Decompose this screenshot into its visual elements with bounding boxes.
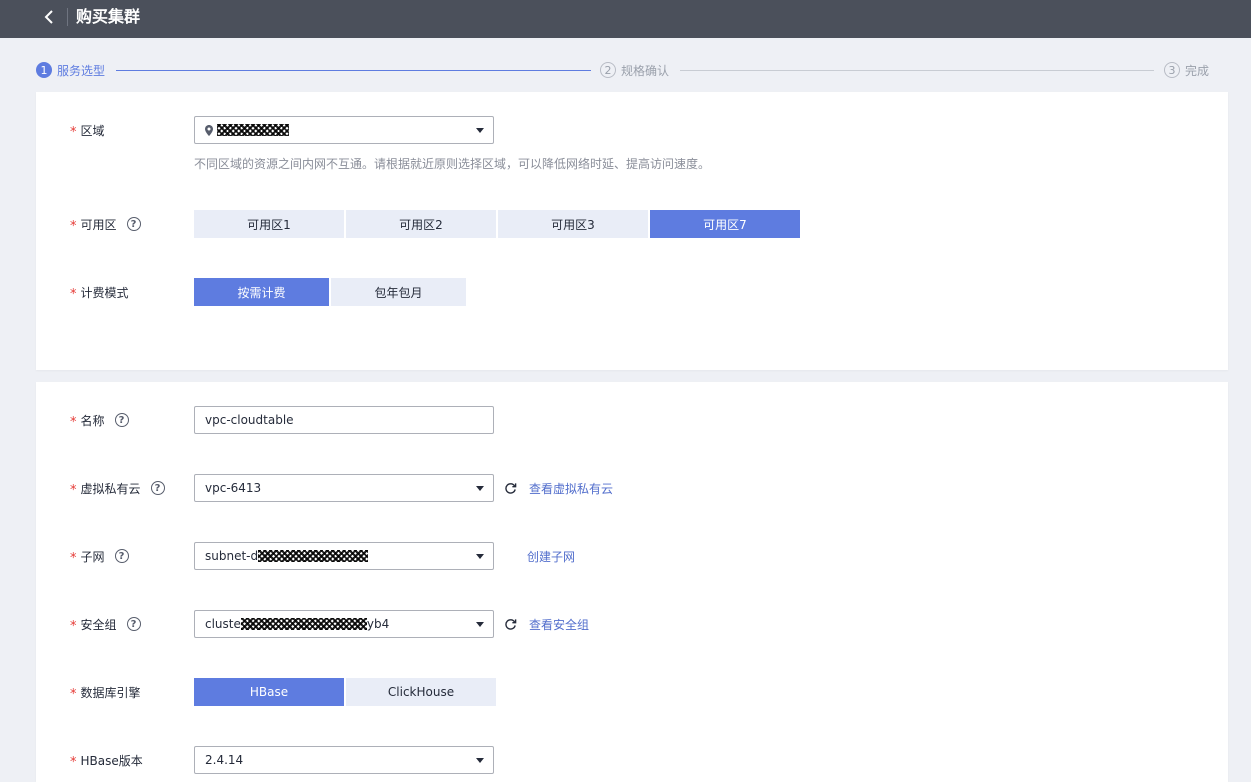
- chevron-left-icon: [44, 10, 53, 24]
- billing-selector: 按需计费 包年包月: [194, 278, 468, 306]
- vpc-label: * 虚拟私有云 ?: [70, 474, 165, 502]
- required-mark: *: [70, 124, 77, 140]
- chevron-down-icon: [476, 128, 484, 133]
- view-vpc-link[interactable]: 查看虚拟私有云: [529, 480, 613, 497]
- help-icon[interactable]: ?: [126, 217, 141, 231]
- required-mark: *: [70, 754, 77, 770]
- chevron-down-icon: [476, 486, 484, 491]
- az-option-1[interactable]: 可用区1: [194, 210, 344, 238]
- step-line-pending: [680, 70, 1154, 71]
- required-mark: *: [70, 482, 77, 498]
- region-label: * 区域: [70, 116, 105, 144]
- engine-selector: HBase ClickHouse: [194, 678, 498, 706]
- cluster-name-value: vpc-cloudtable: [205, 413, 294, 427]
- redacted-subnet-value: [258, 550, 369, 562]
- subnet-label: * 子网 ?: [70, 542, 129, 570]
- redacted-security-group-value: [240, 618, 367, 630]
- region-label-text: 区域: [80, 123, 105, 138]
- chevron-down-icon: [476, 554, 484, 559]
- step-label: 完成: [1185, 63, 1210, 78]
- step-complete: 3 完成: [1164, 60, 1209, 80]
- name-label-text: 名称: [80, 413, 105, 428]
- az-option-7[interactable]: 可用区7: [650, 210, 800, 238]
- vpc-label-text: 虚拟私有云: [80, 481, 141, 496]
- topbar-divider: [67, 8, 68, 26]
- create-subnet-link[interactable]: 创建子网: [527, 548, 575, 565]
- help-icon[interactable]: ?: [150, 481, 165, 495]
- az-selector: 可用区1 可用区2 可用区3 可用区7: [194, 210, 802, 238]
- subnet-label-text: 子网: [80, 549, 105, 564]
- hbase-version-select[interactable]: 2.4.14: [194, 746, 494, 774]
- refresh-security-group-button[interactable]: [502, 616, 518, 632]
- chevron-down-icon: [476, 622, 484, 627]
- required-mark: *: [70, 286, 77, 302]
- region-billing-card: * 区域 不同区域的资源之间内网不互通。请根据就近原则选择区域，可以降低网络时延…: [36, 92, 1228, 370]
- view-security-group-link[interactable]: 查看安全组: [529, 616, 589, 633]
- required-mark: *: [70, 414, 77, 430]
- az-label: * 可用区 ?: [70, 210, 141, 238]
- hbase-version-value: 2.4.14: [205, 753, 244, 767]
- vpc-select[interactable]: vpc-6413: [194, 474, 494, 502]
- subnet-value-prefix: subnet-d: [205, 549, 259, 563]
- region-hint: 不同区域的资源之间内网不互通。请根据就近原则选择区域，可以降低网络时延、提高访问…: [194, 157, 711, 171]
- security-group-label: * 安全组 ?: [70, 610, 141, 638]
- hbase-version-label: * HBase版本: [70, 746, 143, 774]
- refresh-icon: [504, 482, 516, 494]
- location-pin-icon: [205, 124, 213, 136]
- security-group-value-prefix: cluste: [205, 617, 241, 631]
- engine-label: * 数据库引擎: [70, 678, 141, 706]
- cluster-config-card: * 名称 ? vpc-cloudtable * 虚拟私有云 ? vpc-6413…: [36, 382, 1228, 782]
- step-number: 3: [1164, 62, 1180, 78]
- help-icon[interactable]: ?: [114, 413, 129, 427]
- region-select[interactable]: [194, 116, 494, 144]
- az-label-text: 可用区: [80, 217, 117, 232]
- step-spec-confirm: 2 规格确认: [600, 60, 669, 80]
- billing-yearly-monthly[interactable]: 包年包月: [331, 278, 466, 306]
- hbase-version-label-text: HBase版本: [80, 753, 143, 768]
- billing-on-demand[interactable]: 按需计费: [194, 278, 329, 306]
- step-service-selection: 1 服务选型: [36, 60, 105, 80]
- security-group-label-text: 安全组: [80, 617, 117, 632]
- required-mark: *: [70, 618, 77, 634]
- engine-clickhouse[interactable]: ClickHouse: [346, 678, 496, 706]
- step-label: 服务选型: [57, 63, 106, 78]
- step-line-active: [116, 70, 591, 71]
- required-mark: *: [70, 686, 77, 702]
- cluster-name-input[interactable]: vpc-cloudtable: [194, 406, 494, 434]
- refresh-icon: [504, 618, 516, 630]
- chevron-down-icon: [476, 758, 484, 763]
- engine-hbase[interactable]: HBase: [194, 678, 344, 706]
- help-icon[interactable]: ?: [126, 617, 141, 631]
- step-indicator: 1 服务选型 2 规格确认 3 完成: [36, 60, 1216, 80]
- az-option-3[interactable]: 可用区3: [498, 210, 648, 238]
- refresh-vpc-button[interactable]: [502, 480, 518, 496]
- engine-label-text: 数据库引擎: [80, 685, 141, 700]
- page-title: 购买集群: [76, 7, 141, 26]
- az-option-2[interactable]: 可用区2: [346, 210, 496, 238]
- back-button[interactable]: [38, 6, 60, 28]
- subnet-select[interactable]: subnet-d: [194, 542, 494, 570]
- name-label: * 名称 ?: [70, 406, 129, 434]
- required-mark: *: [70, 218, 77, 234]
- redacted-region-value: [217, 124, 289, 136]
- vpc-value: vpc-6413: [205, 481, 262, 495]
- step-number: 1: [36, 62, 52, 78]
- security-group-select[interactable]: cluste yb4: [194, 610, 494, 638]
- billing-label-text: 计费模式: [80, 285, 129, 300]
- help-icon[interactable]: ?: [114, 549, 129, 563]
- top-bar: 购买集群: [0, 0, 1251, 38]
- step-label: 规格确认: [621, 63, 670, 78]
- security-group-value-suffix: yb4: [366, 617, 390, 631]
- billing-label: * 计费模式: [70, 278, 129, 306]
- step-number: 2: [600, 62, 616, 78]
- required-mark: *: [70, 550, 77, 566]
